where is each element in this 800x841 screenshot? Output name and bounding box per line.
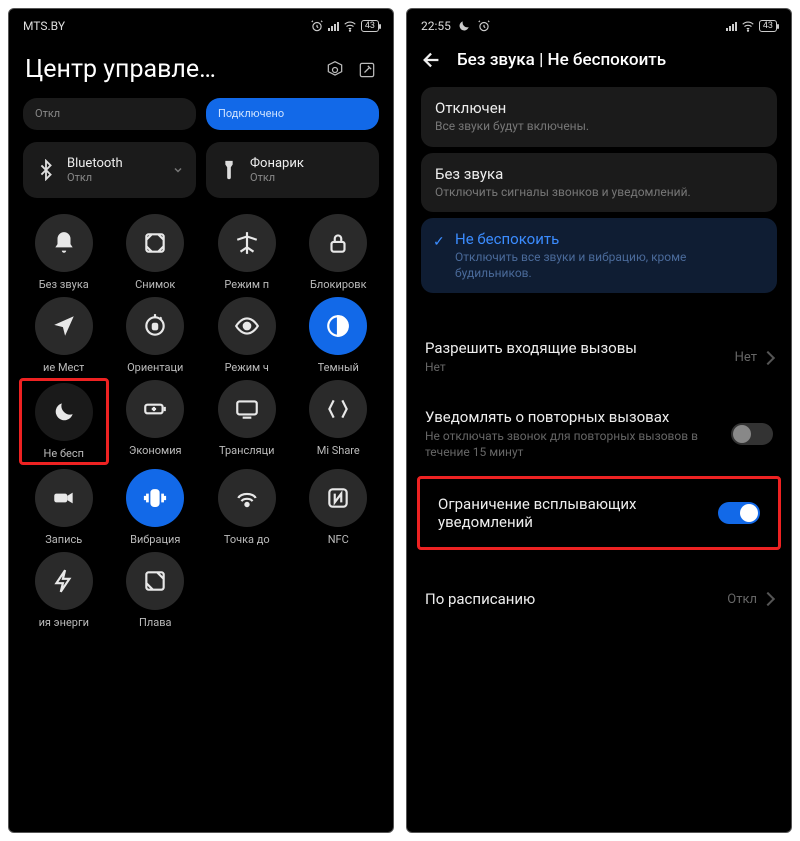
tile-unknown-off[interactable]: Откл — [23, 98, 196, 130]
mishare-icon — [325, 396, 351, 422]
tile-mishare[interactable]: Mi Share — [296, 380, 382, 463]
value-label: Откл — [727, 592, 757, 607]
tile-airplane[interactable]: Режим п — [204, 214, 290, 291]
page-title: Без звука | Не беспокоить — [457, 50, 666, 70]
edit-icon[interactable] — [357, 60, 377, 80]
chevron-right-icon — [761, 351, 775, 365]
tile-cast[interactable]: Трансляци — [204, 380, 290, 463]
chevron-down-icon — [172, 164, 184, 176]
alarm-icon — [310, 19, 324, 33]
contrast-icon — [325, 313, 351, 339]
tile-hotspot[interactable]: Точка до — [204, 469, 290, 546]
chevron-right-icon — [761, 592, 775, 606]
location-icon — [51, 313, 77, 339]
tile-connected[interactable]: Подключено — [206, 98, 379, 130]
row-repeat-callers[interactable]: Уведомлять о повторных вызовах Не отключ… — [407, 392, 791, 476]
quick-tiles-grid: Без звука Снимок Режим п Блокировк ие Ме… — [9, 204, 393, 629]
tile-flashlight[interactable]: Фонарик Откл — [206, 142, 379, 198]
settings-header: Без звука | Не беспокоить — [407, 37, 791, 81]
hotspot-icon — [234, 485, 260, 511]
tile-dark-mode[interactable]: Темный — [296, 297, 382, 374]
vibration-icon — [142, 485, 168, 511]
eye-icon — [234, 313, 260, 339]
bolt-icon — [51, 568, 77, 594]
carrier-label: MTS.BY — [23, 19, 65, 33]
back-arrow-icon[interactable] — [421, 49, 443, 71]
tile-energy[interactable]: ия энерги — [21, 552, 107, 629]
lock-icon — [325, 230, 351, 256]
moon-icon — [457, 19, 471, 33]
tile-mute[interactable]: Без звука — [21, 214, 107, 291]
option-dnd[interactable]: Не беспокоить Отключить все звуки и вибр… — [421, 218, 777, 293]
option-disabled[interactable]: Отключен Все звуки будут включены. — [421, 87, 777, 147]
battery-indicator: 43 — [361, 20, 379, 32]
videocam-icon — [51, 485, 77, 511]
tile-vibration[interactable]: Вибрация — [113, 469, 199, 546]
tile-location[interactable]: ие Мест — [21, 297, 107, 374]
airplane-icon — [234, 230, 260, 256]
phone-left-control-center: MTS.BY 43 Центр управле… Откл Подключено… — [8, 8, 394, 833]
control-center-header: Центр управле… — [9, 37, 393, 94]
tile-nfc[interactable]: NFC — [296, 469, 382, 546]
tile-bluetooth[interactable]: Bluetooth Откл — [23, 142, 196, 198]
tile-orientation[interactable]: Ориентаци — [113, 297, 199, 374]
bell-icon — [51, 230, 77, 256]
option-silent[interactable]: Без звука Отключить сигналы звонков и ув… — [421, 153, 777, 213]
highlighted-row: Ограничение всплывающих уведомлений — [417, 476, 781, 550]
tile-screenshot[interactable]: Снимок — [113, 214, 199, 291]
status-time: 22:55 — [421, 19, 451, 33]
float-window-icon — [142, 568, 168, 594]
value-label: Нет — [735, 350, 757, 365]
cast-icon — [234, 396, 260, 422]
signal-icon — [328, 22, 339, 31]
screenshot-icon — [142, 230, 168, 256]
tile-reading[interactable]: Режим ч — [204, 297, 290, 374]
tile-do-not-disturb[interactable]: Не бесп — [19, 378, 109, 465]
row-schedule[interactable]: По расписанию Откл — [407, 574, 791, 624]
signal-icon — [726, 22, 737, 31]
tile-float[interactable]: Плава — [113, 552, 199, 629]
bluetooth-icon — [35, 159, 57, 181]
toggle-repeat-callers[interactable] — [731, 423, 773, 445]
tile-battery-saver[interactable]: Экономия — [113, 380, 199, 463]
settings-icon[interactable] — [325, 60, 345, 80]
row-allow-incoming-calls[interactable]: Разрешить входящие вызовы Нет Нет — [407, 323, 791, 392]
tile-record[interactable]: Запись — [21, 469, 107, 546]
moon-icon — [51, 399, 77, 425]
flashlight-icon — [218, 159, 240, 181]
toggle-limit-popup[interactable] — [718, 502, 760, 524]
wifi-icon — [343, 19, 357, 33]
page-title: Центр управле… — [25, 55, 216, 84]
alarm-icon — [477, 19, 491, 33]
battery-plus-icon — [142, 396, 168, 422]
phone-right-dnd-settings: 22:55 43 Без звука | Не беспокоить Отклю… — [406, 8, 792, 833]
battery-indicator: 43 — [759, 20, 777, 32]
row-limit-popup[interactable]: Ограничение всплывающих уведомлений — [420, 479, 778, 547]
wifi-icon — [741, 19, 755, 33]
nfc-icon — [325, 485, 351, 511]
status-bar: MTS.BY 43 — [9, 9, 393, 37]
tile-lock[interactable]: Блокировк — [296, 214, 382, 291]
status-bar: 22:55 43 — [407, 9, 791, 37]
rotation-lock-icon — [142, 313, 168, 339]
